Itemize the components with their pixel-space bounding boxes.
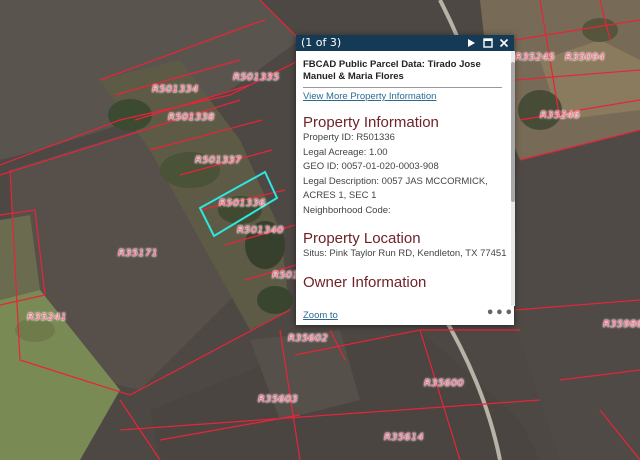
popup-content[interactable]: FBCAD Public Parcel Data: Tirado Jose Ma…: [296, 51, 508, 306]
popup-footer: Zoom to •••: [296, 306, 514, 325]
play-icon[interactable]: [466, 36, 478, 50]
more-options-icon[interactable]: •••: [486, 306, 514, 321]
popup-title: FBCAD Public Parcel Data: Tirado Jose Ma…: [303, 59, 481, 82]
parcel-label[interactable]: R35245: [515, 52, 555, 63]
map-view[interactable]: R501335 R501334 R501338 R501337 R501336 …: [0, 0, 640, 460]
parcel-label[interactable]: R501338: [168, 112, 215, 123]
situs-address: Situs: Pink Taylor Run RD, Kendleton, TX…: [303, 248, 507, 259]
property-id: Property ID: R501336: [303, 132, 395, 143]
parcel-label[interactable]: R501334: [152, 84, 199, 95]
parcel-label[interactable]: R35603: [258, 394, 298, 405]
parcel-label[interactable]: R501340: [237, 225, 284, 236]
geo-id: GEO ID: 0057-01-020-0003-908: [303, 161, 439, 172]
title-divider: [303, 87, 502, 88]
property-popup: (1 of 3) FBCAD Public Parcel Data: Tirad…: [296, 35, 514, 325]
parcel-label[interactable]: R35602: [288, 333, 328, 344]
parcel-label[interactable]: R35094: [565, 52, 605, 63]
zoom-to-link[interactable]: Zoom to: [303, 310, 338, 321]
parcel-label[interactable]: R501: [272, 270, 299, 281]
popup-header: (1 of 3): [296, 35, 514, 51]
close-icon[interactable]: [499, 36, 511, 50]
parcel-label[interactable]: R35241: [27, 312, 67, 323]
maximize-icon[interactable]: [483, 36, 495, 50]
parcel-label[interactable]: R501337: [195, 155, 242, 166]
property-info-heading: Property Information: [303, 114, 439, 131]
parcel-label[interactable]: R35986: [603, 319, 640, 330]
legal-acreage: Legal Acreage: 1.00: [303, 146, 388, 158]
parcel-label[interactable]: R35614: [384, 432, 424, 443]
property-location-heading: Property Location: [303, 230, 421, 247]
owner-info-heading: Owner Information: [303, 273, 427, 291]
popup-scroll-thumb[interactable]: [511, 62, 515, 202]
parcel-label[interactable]: R35171: [118, 248, 158, 259]
popup-counter: (1 of 3): [301, 36, 342, 49]
legal-description: Legal Description: 0057 JAS MCCORMICK, A…: [303, 175, 488, 202]
view-more-link[interactable]: View More Property Information: [303, 91, 508, 102]
neighborhood-code: Neighborhood Code:: [303, 204, 391, 216]
parcel-label[interactable]: R501335: [233, 72, 280, 83]
parcel-label[interactable]: R35246: [540, 110, 580, 121]
parcel-label[interactable]: R501336: [219, 198, 266, 209]
parcel-label[interactable]: R35600: [424, 378, 464, 389]
